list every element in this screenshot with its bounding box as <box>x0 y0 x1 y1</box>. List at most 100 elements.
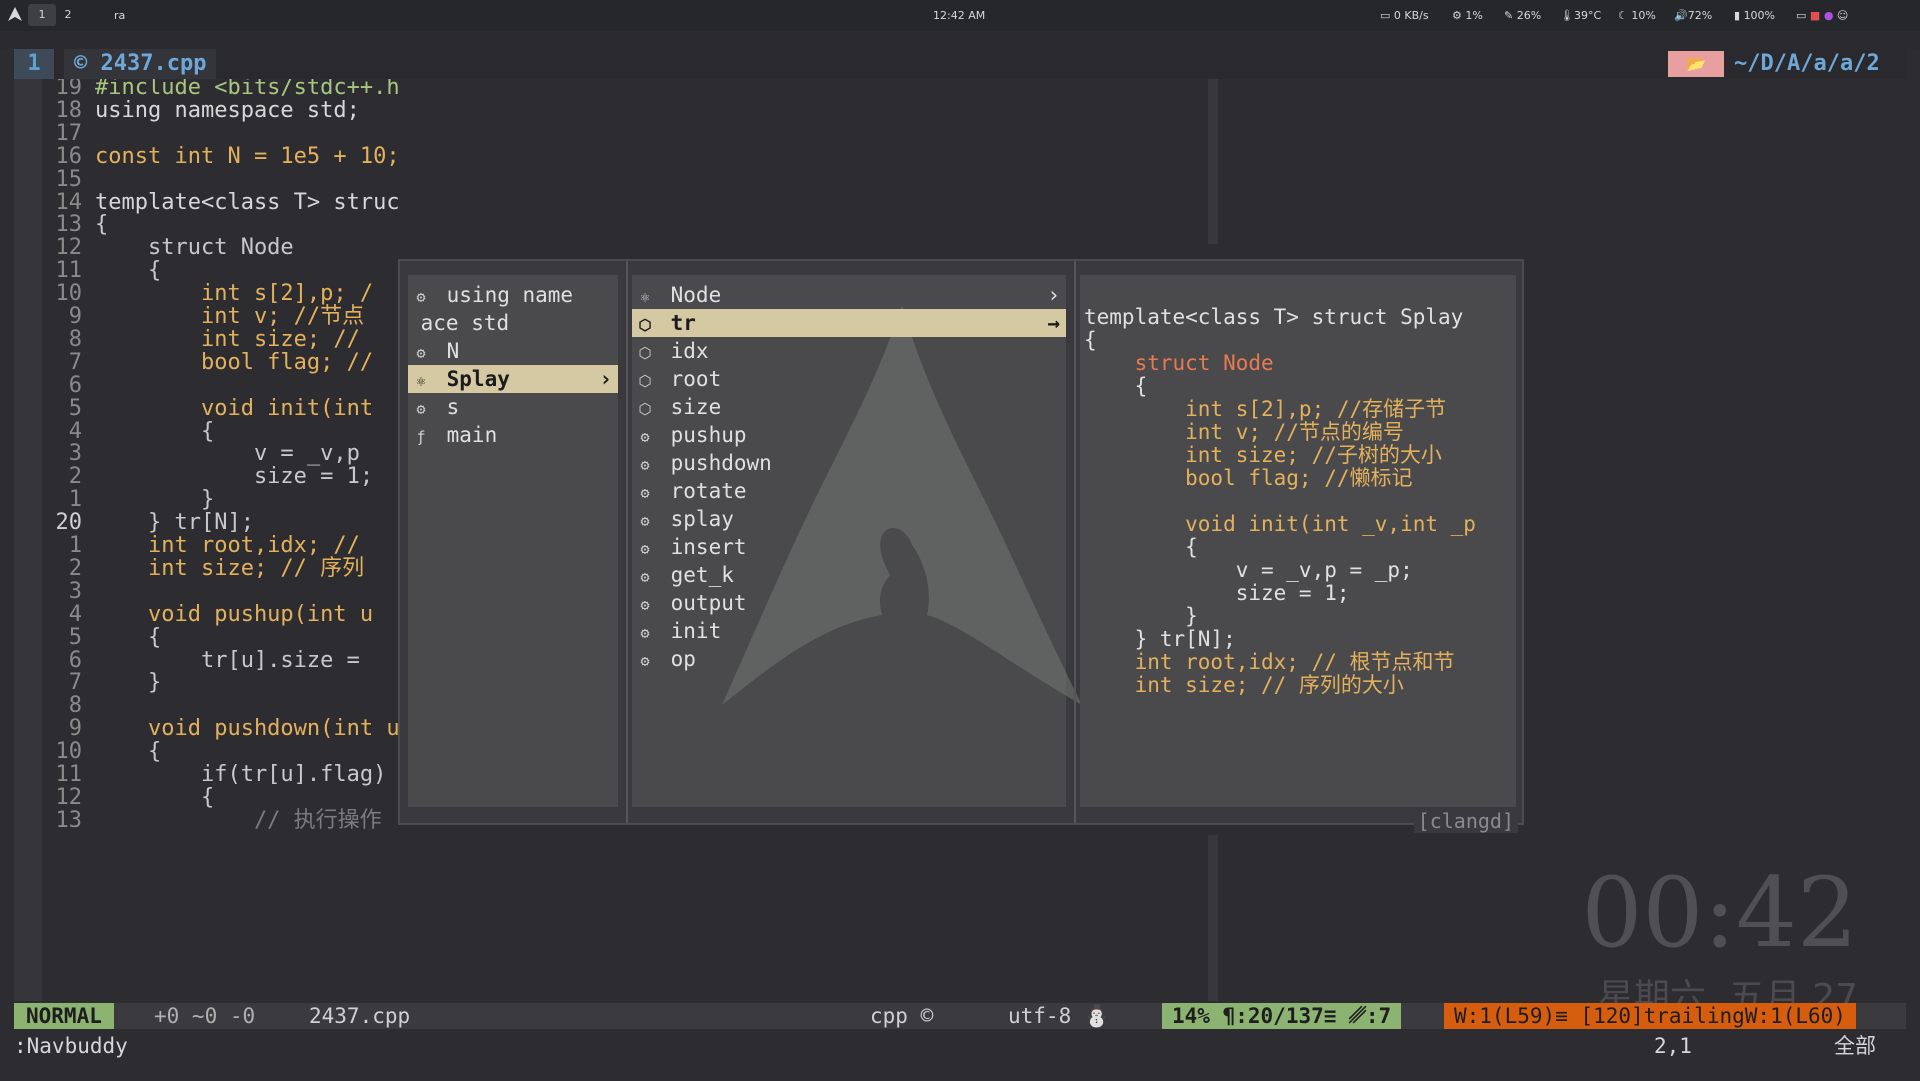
divider <box>626 261 628 823</box>
brightness[interactable]: ☾ 10% <box>1618 0 1656 31</box>
navbuddy-left-column[interactable]: ⚙ using name ace std ⚙ N ⚛ Splay › ⚙ sƒ main <box>408 275 618 807</box>
method-icon: ⚙ <box>640 652 650 670</box>
line-text: // 执行操作 <box>95 807 382 833</box>
divider <box>1074 261 1076 823</box>
field-icon: ⬡ <box>638 372 652 390</box>
navbuddy-item-label: get_k <box>658 563 734 587</box>
brightness-value: 10% <box>1631 9 1656 22</box>
top-clock[interactable]: 12:42 AM <box>933 0 985 31</box>
navbuddy-item[interactable]: ⚙ rotate <box>632 477 1066 505</box>
column-icon: ␥ <box>1349 1004 1366 1028</box>
navbuddy-item[interactable]: ⚙ pushup <box>632 421 1066 449</box>
line-text: } <box>95 670 162 696</box>
colorcolumn <box>1208 79 1218 244</box>
code-view[interactable]: 19 #include <bits/stdc++.h> 18 using namesp… <box>14 79 399 1001</box>
tab-file[interactable]: © 2437.cpp <box>64 49 217 79</box>
navbuddy-item[interactable]: ⚙ insert <box>632 533 1066 561</box>
line-text: using namespace std; <box>95 97 360 123</box>
command-text: :Navbuddy <box>14 1034 128 1058</box>
keyboard-icon[interactable]: ▭ <box>1796 9 1806 22</box>
navbuddy-item-label: Node <box>658 283 722 307</box>
navbuddy-item-label: size <box>658 395 722 419</box>
colorcolumn <box>1208 835 1218 1001</box>
navbuddy-item-label: init <box>658 619 722 643</box>
navbuddy-item[interactable]: ⚙ splay <box>632 505 1066 533</box>
cursor-position: 2,1 <box>1654 1034 1692 1058</box>
git-diff: +0 ~0 -0 <box>154 1004 256 1028</box>
navbuddy-item[interactable]: ⚙ s <box>408 393 618 421</box>
line-position: :20/137≡ <box>1235 1004 1337 1028</box>
monitor-icon: ▭ <box>1380 9 1394 22</box>
line-text: const int N = 1e5 + 10; <box>95 143 398 169</box>
method-icon: ⚙ <box>640 596 650 614</box>
navbuddy-item-label: rotate <box>658 479 747 503</box>
navbuddy-item[interactable]: ⚙ output <box>632 589 1066 617</box>
cwd-path[interactable]: ~/D/A/a/a/2 <box>1734 49 1880 79</box>
navbuddy-item[interactable]: ⚛ Node › <box>632 281 1066 309</box>
tray-colorful-icon[interactable]: ● <box>1824 9 1834 22</box>
navbuddy-item[interactable]: ⬡ idx <box>632 337 1066 365</box>
chevron-right-icon: › <box>599 367 612 391</box>
navbuddy-item-label: ace std <box>408 311 510 335</box>
battery: ▮ 100% <box>1734 0 1775 31</box>
tray-app-icon[interactable]: ■ <box>1810 9 1820 22</box>
navbuddy-item-label: N <box>434 339 460 363</box>
position-block: 14% ¶:20/137≡ ␥:7 <box>1162 1003 1402 1029</box>
navbuddy-item[interactable]: ⚙ pushdown <box>632 449 1066 477</box>
method-icon: ⚙ <box>640 568 650 586</box>
diagnostics-block: W:1(L59)≡ [120]trailingW:1(L60) <box>1444 1003 1856 1029</box>
field-icon: ⬡ <box>638 316 652 334</box>
navbuddy-item-label: pushdown <box>658 451 772 475</box>
navbuddy-item[interactable]: ⬡ tr → <box>632 309 1066 337</box>
command-line[interactable]: :Navbuddy 2,1 全部 <box>14 1031 1906 1061</box>
navbuddy-item[interactable]: ⚙ get_k <box>632 561 1066 589</box>
tray-icons[interactable]: ▭ ■ ● ☺ <box>1796 0 1848 31</box>
scroll-indicator: 全部 <box>1834 1034 1876 1058</box>
navbuddy-item[interactable]: ace std <box>408 309 618 337</box>
method-icon: ⚙ <box>640 428 650 446</box>
cpu-icon: ⚙ <box>1452 9 1466 22</box>
linux-icon: ⛄ <box>1083 1004 1111 1028</box>
discord-icon[interactable]: ☺ <box>1837 9 1848 22</box>
navbuddy-item[interactable]: ⬡ root <box>632 365 1066 393</box>
navbuddy-item[interactable]: ⚙ N <box>408 337 618 365</box>
preview-line: int size; // 序列的大小 <box>1084 673 1404 697</box>
lsp-source-label: [clangd] <box>1413 809 1518 833</box>
line-icon: ¶ <box>1222 1004 1236 1028</box>
navbuddy-item-label: using name <box>434 283 574 307</box>
tab-number[interactable]: 1 <box>14 49 54 79</box>
navbuddy-item-label: s <box>434 395 460 419</box>
preview-line: bool flag; //懒标记 <box>1084 466 1413 490</box>
navbuddy-middle-column[interactable]: ⚛ Node › ⬡ tr → ⬡ idx ⬡ root ⬡ size ⚙ pushup ⚙ p… <box>632 275 1082 807</box>
arch-logo-icon[interactable] <box>8 7 22 24</box>
net-speed: ▭ 0 KB/s <box>1380 0 1429 31</box>
volume[interactable]: 🔊72% <box>1674 0 1712 31</box>
active-app-label: ra <box>114 9 126 22</box>
status-filename: 2437.cpp <box>309 1004 411 1028</box>
navbuddy-item[interactable]: ⚙ using name <box>408 281 618 309</box>
navbuddy-item[interactable]: ⚙ op <box>632 645 1066 673</box>
method-icon: ⚙ <box>640 456 650 474</box>
workspace-1[interactable]: 1 <box>28 4 56 26</box>
navbuddy-item[interactable]: ⬡ size <box>632 393 1066 421</box>
cpu-value: 1% <box>1465 9 1483 22</box>
net-speed-value: 0 KB/s <box>1393 9 1429 22</box>
field-icon: ⬡ <box>638 344 652 362</box>
speaker-icon: 🔊 <box>1674 9 1688 22</box>
navbuddy-item[interactable]: ƒ main <box>408 421 618 449</box>
struct-icon: ⚛ <box>640 288 650 306</box>
tab-bar: 1 © 2437.cpp 📂 ~/D/A/a/a/2 <box>14 49 1906 79</box>
navbuddy-item[interactable]: ⚙ init <box>632 617 1066 645</box>
navbuddy-item-label: pushup <box>658 423 747 447</box>
navbuddy-item[interactable]: ⚛ Splay › <box>408 365 618 393</box>
navbuddy-popup[interactable]: ⚙ using name ace std ⚙ N ⚛ Splay › ⚙ sƒ main… <box>398 259 1524 833</box>
navbuddy-item-label: idx <box>658 339 709 363</box>
workspace-2[interactable]: 2 <box>54 4 82 26</box>
line-text: template<class T> struct Splay <box>95 189 398 215</box>
navbuddy-item-label: root <box>658 367 722 391</box>
folder-icon[interactable]: 📂 <box>1668 51 1724 77</box>
method-icon: ⚙ <box>640 540 650 558</box>
mem-value: 26% <box>1516 9 1542 22</box>
method-icon: ⚙ <box>640 484 650 502</box>
navbuddy-item-label: op <box>658 647 696 671</box>
